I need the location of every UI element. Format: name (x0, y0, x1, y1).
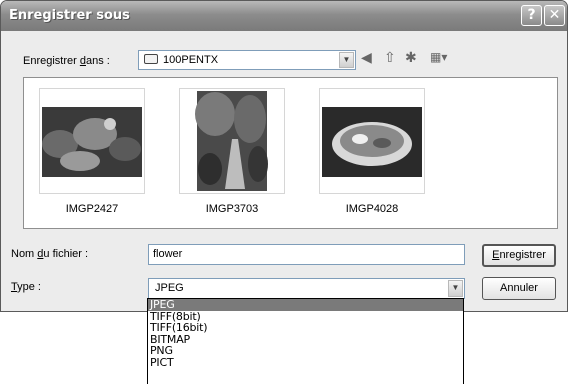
dropdown-option[interactable]: PICT (148, 356, 463, 369)
image-thumbnail-icon (322, 107, 422, 177)
image-thumbnail-icon (195, 91, 268, 191)
file-thumbnail[interactable] (319, 88, 425, 194)
back-icon[interactable]: ◀ (361, 49, 372, 65)
up-folder-icon[interactable]: ⇧ (384, 49, 396, 65)
view-menu-icon[interactable]: ▦▾ (430, 49, 447, 65)
file-list-pane[interactable]: IMGP2427 IMGP3703 IMGP4028 (23, 77, 558, 229)
close-button[interactable]: ✕ (544, 5, 565, 26)
filename-input[interactable]: flower (148, 244, 465, 265)
new-folder-icon[interactable]: ✱ (405, 49, 417, 65)
dropdown-option[interactable]: BITMAP (148, 333, 463, 346)
save-in-value: 100PENTX (163, 54, 219, 66)
save-as-dialog: Enregistrer sous ? ✕ Enregistrer dans : … (0, 0, 568, 312)
filetype-label: Type : (11, 281, 41, 293)
dropdown-option[interactable]: JPEG (148, 299, 463, 311)
dropdown-option[interactable]: TIFF(16bit) (148, 322, 463, 334)
file-name: IMGP3703 (205, 203, 259, 215)
save-in-combo[interactable]: 100PENTX ▼ (138, 50, 356, 70)
dropdown-option[interactable]: PNG (148, 345, 463, 357)
chevron-down-icon[interactable]: ▼ (339, 52, 354, 68)
chevron-down-icon[interactable]: ▼ (448, 280, 463, 297)
title-bar[interactable]: Enregistrer sous ? ✕ (1, 1, 567, 31)
save-in-label: Enregistrer dans : (23, 55, 110, 67)
filetype-combo[interactable]: JPEG ▼ (148, 278, 465, 299)
file-name: IMGP4028 (345, 203, 399, 215)
save-button[interactable]: Enregistrer (482, 244, 556, 267)
filename-label: Nom du fichier : (11, 248, 89, 260)
image-thumbnail-icon (42, 107, 142, 177)
file-name: IMGP2427 (65, 203, 119, 215)
filename-value: flower (153, 248, 183, 260)
help-button[interactable]: ? (521, 5, 542, 26)
filetype-value: JPEG (155, 282, 184, 294)
filetype-dropdown-list[interactable]: JPEG TIFF(8bit) TIFF(16bit) BITMAP PNG P… (147, 298, 464, 384)
dialog-title: Enregistrer sous (9, 8, 130, 23)
cancel-button[interactable]: Annuler (482, 277, 556, 300)
file-thumbnail[interactable] (179, 88, 285, 194)
file-thumbnail[interactable] (39, 88, 145, 194)
folder-icon (144, 54, 158, 64)
